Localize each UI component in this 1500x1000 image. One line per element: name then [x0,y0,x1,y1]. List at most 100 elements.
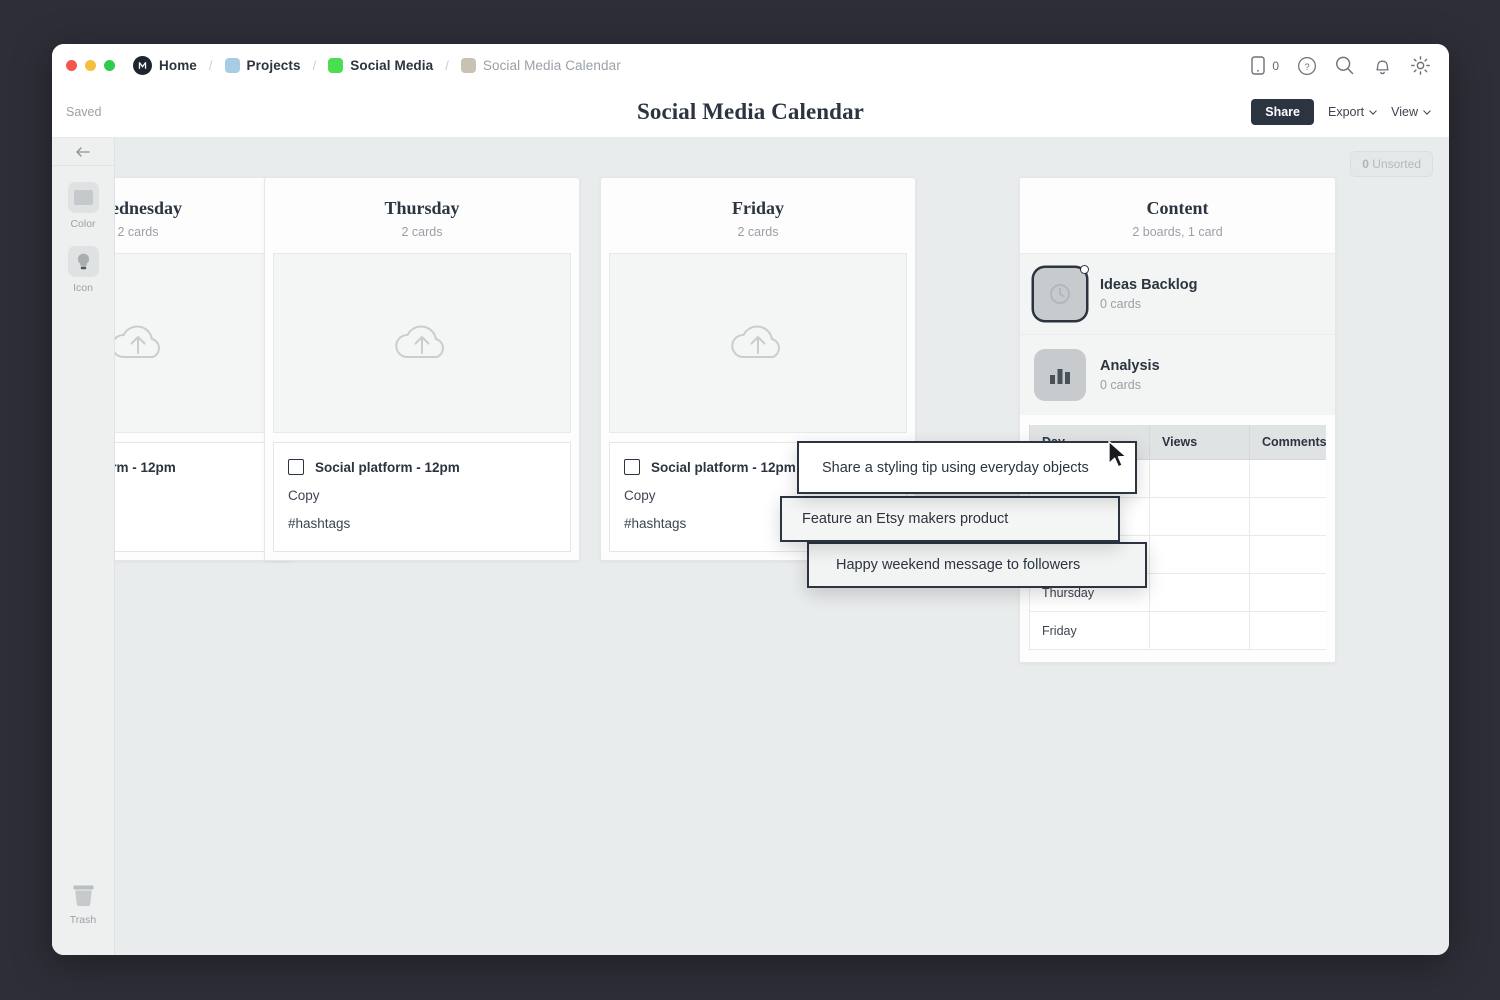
column-body: Social platform - 12pm Copy #hashtags [265,253,579,560]
toolbar-actions: Share Export View [1251,99,1431,125]
breadcrumb-label: Home [159,58,197,73]
post-checkbox[interactable] [288,459,304,475]
table-cell-views[interactable] [1150,536,1250,574]
page-title: Social Media Calendar [52,99,1449,125]
color-swatch-icon [328,58,343,73]
minimize-window-button[interactable] [85,60,96,71]
table-cell-day[interactable]: Friday [1030,612,1150,650]
export-menu-button[interactable]: Export [1328,105,1377,119]
board-item-text: Ideas Backlog 0 cards [1100,277,1198,311]
color-swatch-icon [68,182,99,213]
media-upload-card[interactable] [273,253,571,433]
table-row[interactable]: Friday [1030,612,1327,650]
maximize-window-button[interactable] [104,60,115,71]
media-upload-card[interactable] [609,253,907,433]
mobile-preview-button[interactable]: 0 [1247,55,1279,76]
board-canvas[interactable]: 0 Unsorted Wednesday 2 cards [52,138,1449,955]
table-cell-views[interactable] [1150,498,1250,536]
column-title: Thursday [275,198,569,219]
lightbulb-icon [68,246,99,277]
view-menu-button[interactable]: View [1391,105,1431,119]
color-swatch-icon [461,58,476,73]
post-title: Social platform - 12pm [651,460,796,475]
drag-card-etsy-makers[interactable]: Feature an Etsy makers product [780,496,1120,542]
post-title: Social platform - 12pm [315,460,460,475]
help-icon[interactable]: ? [1296,55,1317,76]
post-line: #hashtags [288,516,556,531]
board-item-count: 0 cards [1100,378,1160,392]
arrow-left-icon [75,146,91,158]
breadcrumb-separator: / [209,58,213,73]
cloud-upload-icon [727,319,789,367]
mobile-count: 0 [1272,59,1279,73]
content-panel-subtitle: 2 boards, 1 card [1030,225,1325,239]
table-cell-views[interactable] [1150,460,1250,498]
search-icon[interactable] [1334,55,1355,76]
cloud-upload-icon [107,319,169,367]
drag-card-happy-weekend[interactable]: Happy weekend message to followers [807,542,1147,588]
titlebar-actions: 0 ? [1247,44,1431,87]
table-cell-comments[interactable] [1250,612,1327,650]
column-card-count: 2 cards [275,225,569,239]
tool-label: Color [70,218,95,230]
post-line: Copy [288,488,556,503]
post-card[interactable]: Social platform - 12pm Copy #hashtags [273,442,571,552]
column-header: Thursday 2 cards [265,178,579,253]
content-panel-title: Content [1030,198,1325,219]
unsorted-label: Unsorted [1372,157,1421,171]
collapse-sidebar-button[interactable] [52,138,114,166]
board-item-name: Analysis [1100,358,1160,374]
gear-icon[interactable] [1410,55,1431,76]
drag-card-text: Share a styling tip using everyday objec… [822,460,1089,476]
breadcrumb-label: Projects [247,58,301,73]
chart-icon [1034,349,1086,401]
table-cell-views[interactable] [1150,574,1250,612]
content-panel-header: Content 2 boards, 1 card [1020,178,1335,253]
breadcrumb-item-social-media[interactable]: Social Media [326,56,435,75]
breadcrumb-separator: / [445,58,449,73]
clock-icon [1034,268,1086,320]
trash-button[interactable]: Trash [52,882,114,926]
tool-color[interactable]: Color [52,182,114,230]
table-cell-comments[interactable] [1250,498,1327,536]
board-item-text: Analysis 0 cards [1100,358,1160,392]
board-item-analysis[interactable]: Analysis 0 cards [1020,334,1335,415]
table-header-cell[interactable]: Views [1150,425,1250,460]
column-header: Friday 2 cards [601,178,915,253]
app-logo-icon [133,56,152,75]
bell-icon[interactable] [1372,55,1393,76]
chevron-down-icon [1423,110,1431,115]
tool-icon[interactable]: Icon [52,246,114,294]
table-cell-comments[interactable] [1250,574,1327,612]
board-column-thursday[interactable]: Thursday 2 cards Social platform - 12pm [264,177,580,561]
board-item-name: Ideas Backlog [1100,277,1198,293]
breadcrumb-label: Social Media Calendar [483,58,621,73]
window-traffic-lights [66,60,115,71]
unsorted-count: 0 [1362,157,1369,171]
breadcrumb: Home / Projects / Social Media / Social … [131,54,623,77]
share-button[interactable]: Share [1251,99,1314,125]
unsorted-badge[interactable]: 0 Unsorted [1350,151,1433,177]
post-checkbox[interactable] [624,459,640,475]
trash-icon [70,882,97,909]
close-window-button[interactable] [66,60,77,71]
column-card-count: 2 cards [611,225,905,239]
svg-text:?: ? [1304,61,1309,72]
post-card-header: Social platform - 12pm [288,459,556,475]
breadcrumb-item-home[interactable]: Home [131,54,199,77]
breadcrumb-item-social-media-calendar[interactable]: Social Media Calendar [459,56,623,75]
board-item-count: 0 cards [1100,297,1198,311]
tool-label: Icon [73,282,93,294]
table-header-cell[interactable]: Comments [1250,425,1327,460]
drag-card-styling-tip[interactable]: Share a styling tip using everyday objec… [797,441,1137,494]
breadcrumb-label: Social Media [350,58,433,73]
content-panel[interactable]: Content 2 boards, 1 card Ideas Backlog 0… [1019,177,1336,663]
table-cell-views[interactable] [1150,612,1250,650]
left-tool-rail: Color Icon Trash [52,138,115,955]
table-cell-comments[interactable] [1250,460,1327,498]
breadcrumb-item-projects[interactable]: Projects [223,56,303,75]
board-item-ideas-backlog[interactable]: Ideas Backlog 0 cards [1020,253,1335,334]
phone-icon [1247,55,1268,76]
app-window: Home / Projects / Social Media / Social … [52,44,1449,955]
table-cell-comments[interactable] [1250,536,1327,574]
